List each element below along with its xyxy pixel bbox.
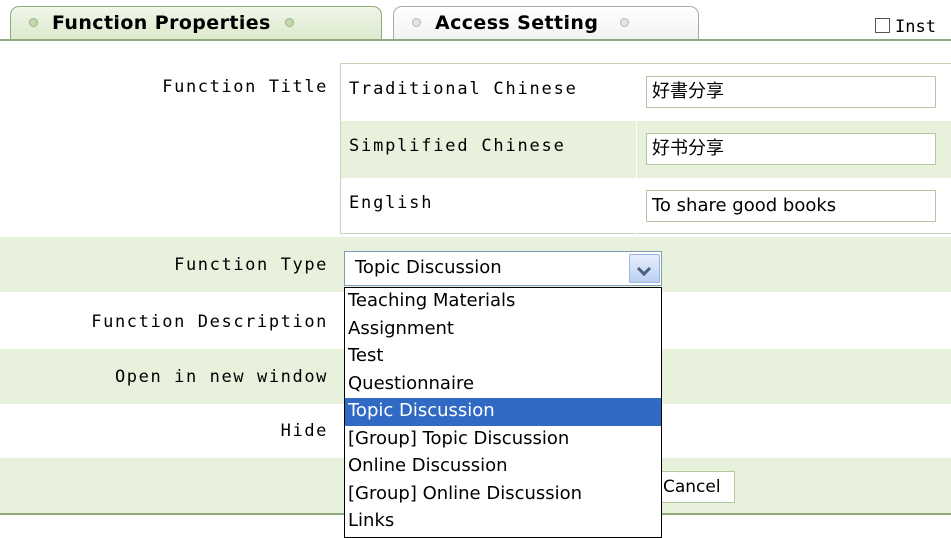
dropdown-option[interactable]: Test (345, 343, 661, 371)
function-title-label: Function Title (162, 77, 328, 97)
language-row: English To share good books (341, 178, 951, 235)
language-field-cell: 好书分享 (636, 121, 951, 178)
dropdown-option[interactable]: Assignment (345, 316, 661, 344)
inst-checkbox-label: Inst (895, 17, 936, 37)
bullet-icon (412, 18, 421, 27)
hide-label: Hide (280, 421, 328, 441)
tab-bar: Function Properties Access Setting Inst (0, 0, 951, 40)
tab-label: Function Properties (52, 12, 271, 34)
language-label: Traditional Chinese (349, 79, 578, 99)
dropdown-option[interactable]: [Group] Topic Discussion (345, 426, 661, 454)
function-type-label: Function Type (174, 255, 328, 275)
traditional-chinese-input[interactable]: 好書分享 (646, 76, 936, 108)
function-type-select[interactable]: Topic Discussion (344, 251, 662, 286)
dropdown-option[interactable]: [Group] Online Discussion (345, 481, 661, 509)
dropdown-option[interactable]: Links (345, 508, 661, 536)
language-row: Simplified Chinese 好书分享 (341, 121, 951, 178)
tab-label: Access Setting (435, 12, 599, 34)
checkbox-icon[interactable] (875, 17, 890, 33)
chevron-down-icon[interactable] (629, 254, 660, 283)
open-new-window-label: Open in new window (114, 367, 328, 387)
page: Function Properties Access Setting Inst … (0, 0, 951, 538)
language-field-cell: To share good books (636, 178, 951, 235)
function-type-dropdown: Teaching Materials Assignment Test Quest… (344, 287, 662, 538)
language-field-cell: 好書分享 (636, 64, 951, 121)
function-type-select-value: Topic Discussion (355, 257, 502, 278)
tab-access-setting[interactable]: Access Setting (393, 6, 699, 40)
dropdown-option[interactable]: Teaching Materials (345, 288, 661, 316)
language-table: Traditional Chinese 好書分享 Simplified Chin… (340, 63, 951, 235)
dropdown-option-selected[interactable]: Topic Discussion (345, 398, 661, 426)
language-row: Traditional Chinese 好書分享 (341, 64, 951, 121)
dropdown-option[interactable]: Online Discussion (345, 453, 661, 481)
tab-function-properties[interactable]: Function Properties (10, 6, 382, 40)
inst-checkbox-wrapper[interactable]: Inst (875, 16, 936, 38)
bullet-icon (620, 18, 630, 27)
simplified-chinese-input[interactable]: 好书分享 (646, 133, 936, 165)
english-input[interactable]: To share good books (646, 190, 936, 222)
language-label: Simplified Chinese (349, 136, 566, 156)
bullet-icon (284, 18, 294, 27)
language-label: English (349, 193, 434, 213)
dropdown-option[interactable]: Questionnaire (345, 371, 661, 399)
bullet-icon (29, 18, 38, 27)
function-description-label: Function Description (91, 312, 328, 332)
